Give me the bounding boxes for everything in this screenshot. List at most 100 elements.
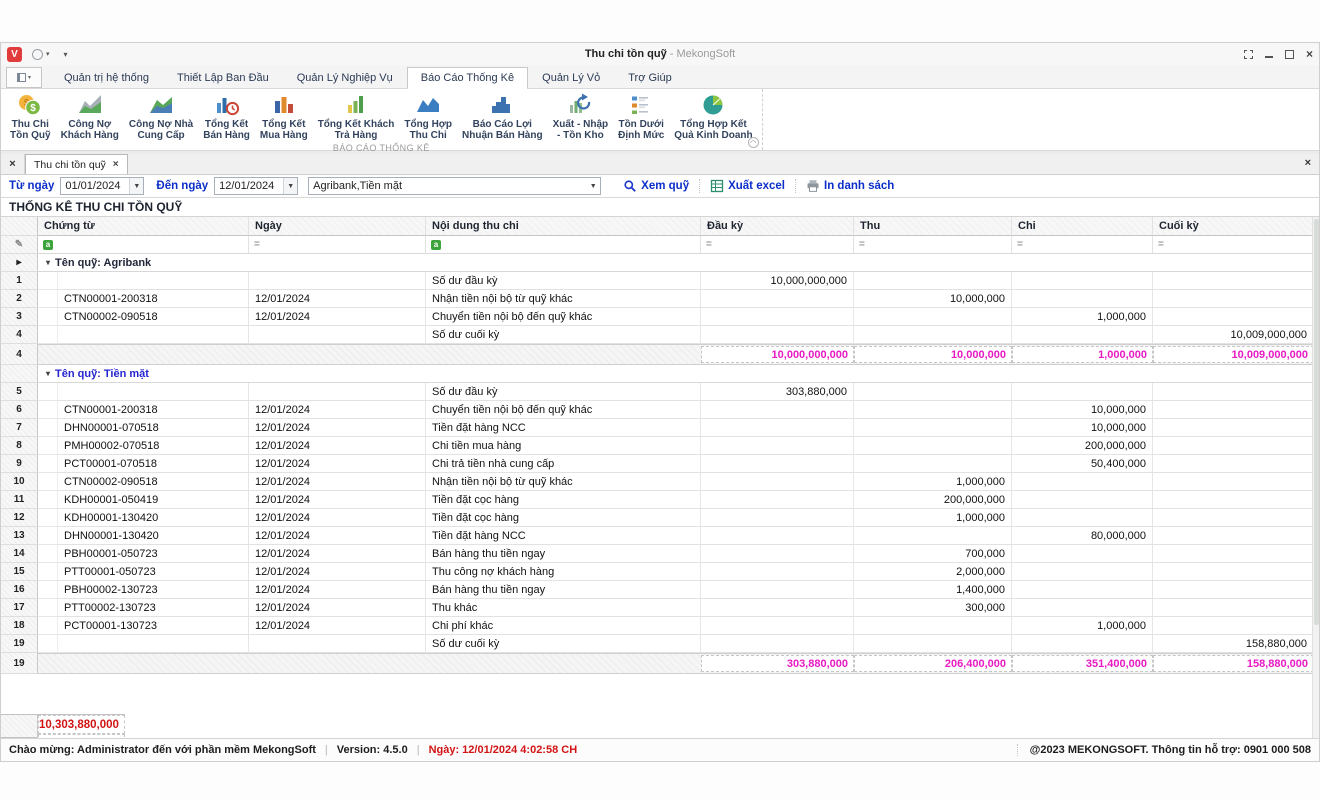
table-row[interactable]: 7DHN00001-07051812/01/2024Tiền đặt hàng … [1,419,1319,437]
table-row[interactable]: 2CTN00001-20031812/01/2024Nhận tiền nội … [1,290,1319,308]
column-header-6[interactable]: Chi [1012,217,1153,236]
column-header-7[interactable]: Cuối kỳ [1153,217,1314,236]
ribbon-tab-2[interactable]: Thiết Lập Ban Đầu [163,67,283,88]
ribbon-tab-5[interactable]: Quản Lý Vỏ [528,67,614,88]
table-row[interactable]: 4Số dư cuối kỳ10,009,000,000 [1,326,1319,344]
separator: | [417,744,420,756]
table-row[interactable]: 12KDH00001-13042012/01/2024Tiền đặt cọc … [1,509,1319,527]
cell [1012,581,1153,599]
filter-cell-4[interactable]: = [701,236,854,254]
filter-cell-1[interactable]: a [38,236,249,254]
table-row[interactable]: 15PTT00001-05072312/01/2024Thu công nợ k… [1,563,1319,581]
ribbon-item[interactable]: Tổng Hợp Thu Chi [399,91,457,142]
ribbon-item[interactable]: Tổng Kết Mua Hàng [255,91,313,142]
chevron-down-icon[interactable]: ▼ [283,178,297,194]
ribbon-item[interactable]: Báo Cáo Lợi Nhuận Bán Hàng [457,91,548,142]
table-row[interactable]: 17PTT00002-13072312/01/2024Thu khác300,0… [1,599,1319,617]
export-excel-button[interactable]: Xuất excel [700,179,795,193]
table-row[interactable]: 6CTN00001-20031812/01/2024Chuyển tiền nộ… [1,401,1319,419]
filter-cell-7[interactable]: = [1153,236,1314,254]
column-header-1[interactable]: Chứng từ [38,217,249,236]
table-row[interactable]: 5Số dư đầu kỳ303,880,000 [1,383,1319,401]
from-date-input[interactable]: 01/01/2024 ▼ [60,177,144,195]
fund-select[interactable]: Agribank,Tiền mặt ▼ [308,177,601,195]
svg-text:$: $ [31,103,37,114]
print-list-button[interactable]: In danh sách [796,179,904,193]
ribbon-tab-6[interactable]: Trợ Giúp [614,67,685,88]
ribbon-item[interactable]: $$Thu Chi Tồn Quỹ [5,91,56,142]
column-header-3[interactable]: Nội dung thu chi [426,217,701,236]
cell: Bán hàng thu tiền ngay [426,545,701,563]
ribbon-item[interactable]: Công Nợ Nhà Cung Cấp [124,91,198,142]
summary-value: 10,000,000,000 [701,346,854,363]
column-header-4[interactable]: Đầu kỳ [701,217,854,236]
cell [854,455,1012,473]
row-number: 10 [1,473,38,491]
summary-value: 206,400,000 [854,655,1012,672]
equals-filter-icon: = [1158,239,1164,250]
group-indent [38,326,58,344]
group-indent [38,563,58,581]
table-row[interactable]: 13DHN00001-13042012/01/2024Tiền đặt hàng… [1,527,1319,545]
cell [854,272,1012,290]
table-row[interactable]: 8PMH00002-07051812/01/2024Chi tiền mua h… [1,437,1319,455]
cell: Số dư cuối kỳ [426,326,701,344]
collapse-group-icon[interactable]: ▾ [46,369,50,378]
ribbon-item[interactable]: Tổng Hợp Kết Quả Kinh Doanh [669,91,757,142]
filter-cell-5[interactable]: = [854,236,1012,254]
group-summary-row: 410,000,000,00010,000,0001,000,00010,009… [1,344,1319,365]
ribbon-collapse-icon[interactable]: ◠ [748,137,759,148]
fit-screen-button[interactable] [1244,47,1253,61]
close-panel-button[interactable]: × [1305,157,1311,169]
to-date-input[interactable]: 12/01/2024 ▼ [214,177,298,195]
table-row[interactable]: 10CTN00002-09051812/01/2024Nhận tiền nội… [1,473,1319,491]
bar-chart-3color-icon [271,92,297,118]
chevron-down-icon[interactable]: ▼ [129,178,143,194]
filter-cell-6[interactable]: = [1012,236,1153,254]
tab-thu-chi-ton-quy[interactable]: Thu chi tồn quỹ × [25,154,128,174]
table-row[interactable]: 1Số dư đầu kỳ10,000,000,000 [1,272,1319,290]
ribbon-item[interactable]: Tổng Kết Bán Hàng [198,91,255,142]
vertical-scrollbar[interactable] [1312,217,1319,738]
table-row[interactable]: 3CTN00002-09051812/01/2024Chuyển tiền nộ… [1,308,1319,326]
ribbon-app-menu-button[interactable]: ▾ [6,67,42,88]
cell [701,419,854,437]
cell: 158,880,000 [1153,635,1314,653]
cell [854,635,1012,653]
table-row[interactable]: 11KDH00001-05041912/01/2024Tiền đặt cọc … [1,491,1319,509]
filter-cell-3[interactable]: a [426,236,701,254]
restore-button[interactable] [1285,47,1294,61]
group-indent [38,491,58,509]
scrollbar-thumb[interactable] [1314,219,1319,625]
ribbon-item[interactable]: Tổng Kết Khách Trả Hàng [313,91,400,142]
column-header-5[interactable]: Thu [854,217,1012,236]
view-fund-button[interactable]: Xem quỹ [613,179,699,193]
table-row[interactable]: 14PBH00001-05072312/01/2024Bán hàng thu … [1,545,1319,563]
cell: DHN00001-070518 [58,419,249,437]
ribbon-item[interactable]: Tồn Dưới Định Mức [613,91,669,142]
area-chart-gray-icon [77,92,103,118]
ribbon-tab-1[interactable]: Quản trị hệ thống [50,67,163,88]
ribbon-item[interactable]: Công Nợ Khách Hàng [56,91,124,142]
table-row[interactable]: 16PBH00002-13072312/01/2024Bán hàng thu … [1,581,1319,599]
chevron-down-icon[interactable]: ▼ [586,178,600,194]
cell [1012,272,1153,290]
close-button[interactable]: × [1306,47,1313,61]
table-row[interactable]: 18PCT00001-13072312/01/2024Chi phí khác1… [1,617,1319,635]
cell: 200,000,000 [1012,437,1153,455]
collapse-group-icon[interactable]: ▾ [46,258,50,267]
ribbon-tab-4[interactable]: Báo Cáo Thống Kê [407,67,528,88]
group-indent [38,272,58,290]
ribbon-tab-3[interactable]: Quản Lý Nghiệp Vụ [283,67,407,88]
group-row[interactable]: ▾Tên quỹ: Tiền mặt [1,365,1319,383]
ribbon-item[interactable]: Xuất - Nhập - Tồn Kho [548,91,614,142]
minimize-button[interactable] [1265,47,1273,61]
close-tab-icon[interactable]: × [113,159,119,170]
button-label: Xuất excel [728,180,785,192]
column-header-2[interactable]: Ngày [249,217,426,236]
table-row[interactable]: 9PCT00001-07051812/01/2024Chi trả tiền n… [1,455,1319,473]
filter-cell-2[interactable]: = [249,236,426,254]
table-row[interactable]: 19Số dư cuối kỳ158,880,000 [1,635,1319,653]
group-row[interactable]: ▸▾Tên quỹ: Agribank [1,254,1319,272]
close-all-tabs-button[interactable]: × [1,154,25,174]
